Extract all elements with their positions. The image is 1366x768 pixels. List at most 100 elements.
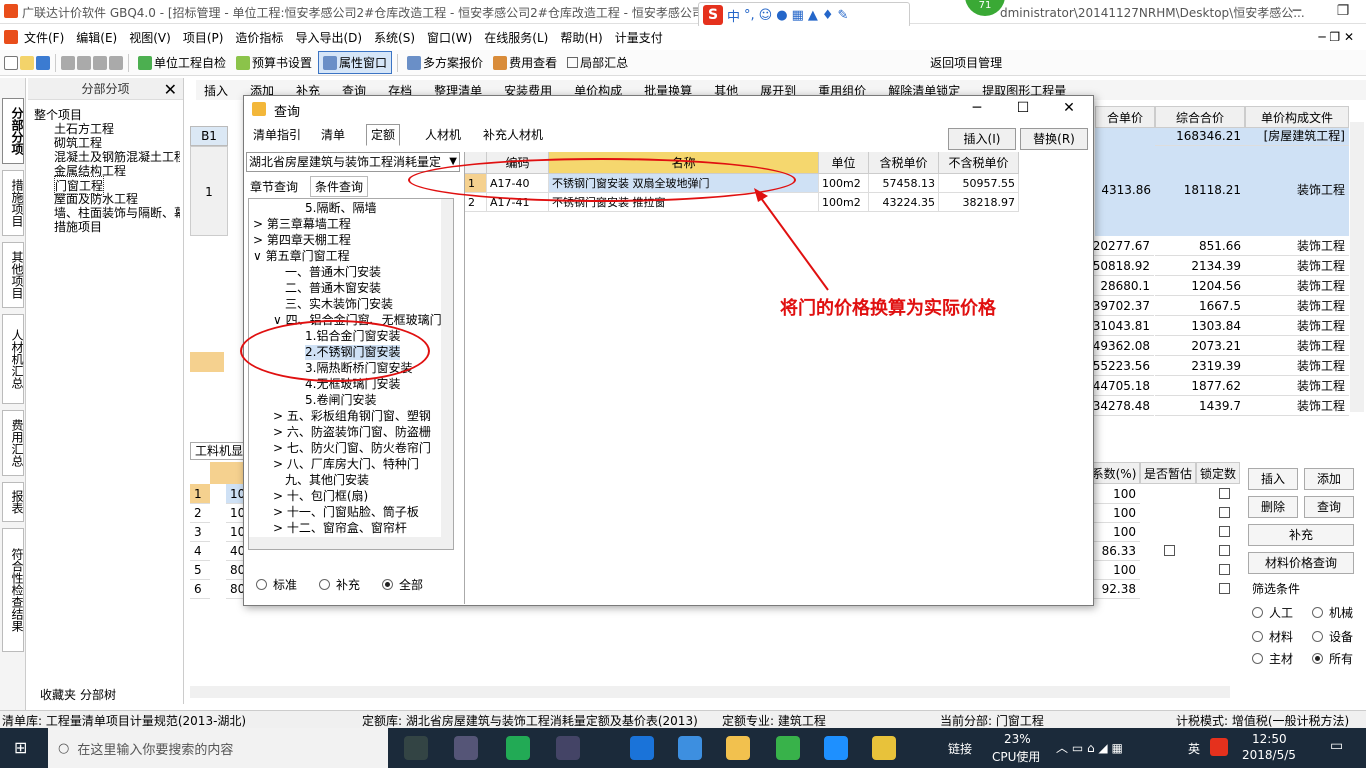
expand-toggle-icon[interactable]: >	[273, 521, 287, 535]
tab-measures[interactable]: 措施项目	[2, 170, 24, 236]
grid-cell[interactable]: 1439.7	[1155, 396, 1245, 416]
tray-icons[interactable]: ︿ ▭ ⌂ ◢ ▦	[1056, 739, 1123, 756]
col-header-unit-price[interactable]: 合单价	[1095, 106, 1155, 128]
lower-row-number[interactable]: 6	[190, 579, 210, 599]
open-icon[interactable]	[20, 55, 34, 70]
filter-machine-radio[interactable]: 机械	[1312, 604, 1353, 621]
mdi-controls[interactable]: ─ ❐ ✕	[1318, 30, 1366, 44]
lock-checkbox[interactable]	[1219, 488, 1230, 499]
tab-resource-display[interactable]: 工料机显	[190, 442, 250, 460]
wrench-icon[interactable]: ✎	[838, 8, 849, 23]
col-header-unit[interactable]: 单位	[819, 152, 869, 174]
menu-online[interactable]: 在线服务(L)	[478, 29, 554, 46]
tab-supplement-labor-material[interactable]: 补充人材机	[478, 124, 548, 146]
chapter-tree-item[interactable]: > 第三章幕墙工程	[253, 217, 351, 232]
grid-cell[interactable]: 851.66	[1155, 236, 1245, 256]
menu-help[interactable]: 帮助(H)	[554, 29, 608, 46]
filter-equipment-radio[interactable]: 设备	[1312, 628, 1353, 645]
expand-toggle-icon[interactable]: >	[273, 489, 287, 503]
budget-setting-button[interactable]: 预算书设置	[232, 52, 316, 73]
tab-compliance-check[interactable]: 符合性检查结果	[2, 528, 24, 652]
grid-cell[interactable]: 1667.5	[1155, 296, 1245, 316]
expand-toggle-icon[interactable]: >	[273, 409, 287, 423]
res-insert-button[interactable]: 插入	[1248, 468, 1298, 490]
quota-library-select[interactable]: 湖北省房屋建筑与装饰工程消耗量定 ▼	[246, 152, 460, 172]
insert-button[interactable]: 插入	[200, 80, 232, 101]
tab-fee-summary[interactable]: 费用汇总	[2, 410, 24, 476]
menu-edit[interactable]: 编辑(E)	[70, 29, 123, 46]
menu-file[interactable]: 文件(F)	[18, 29, 70, 46]
quota-cell-tax-price[interactable]: 57458.13	[869, 174, 939, 193]
expand-toggle-icon[interactable]: >	[273, 441, 287, 455]
grid-cell[interactable]: 28680.1	[1088, 276, 1154, 296]
lower-row-number[interactable]: 1	[190, 484, 210, 504]
radio-supplement[interactable]: 补充	[319, 576, 360, 593]
grid-cell[interactable]: 1877.62	[1155, 376, 1245, 396]
app-swirl-icon[interactable]	[556, 736, 580, 760]
col-header-total[interactable]: 综合合价	[1155, 106, 1245, 128]
chapter-tree-item[interactable]: > 六、防盗装饰门窗、防盗栅	[273, 425, 431, 440]
filter-labor-radio[interactable]: 人工	[1252, 604, 1293, 621]
keyboard-icon[interactable]: ▦	[792, 8, 804, 23]
grid-cell[interactable]: 31043.81	[1088, 316, 1154, 336]
task-view-icon[interactable]	[404, 736, 428, 760]
chapter-tree-item[interactable]: > 七、防火门窗、防火卷帘门	[273, 441, 431, 456]
chapter-tree-item[interactable]: 5.卷闸门安装	[305, 393, 376, 408]
tab-report[interactable]: 报表	[2, 482, 24, 522]
expand-toggle-icon[interactable]: >	[253, 217, 267, 231]
fee-view-button[interactable]: 费用查看	[489, 52, 561, 73]
tab-favorites[interactable]: 收藏夹	[40, 686, 76, 704]
expand-toggle-icon[interactable]: ∨	[253, 249, 266, 263]
multi-plan-button[interactable]: 多方案报价	[403, 52, 487, 73]
emoji-icon[interactable]: ☺	[759, 8, 773, 23]
grid-cell[interactable]: 装饰工程	[1245, 376, 1349, 396]
gbq-app-icon[interactable]	[872, 736, 896, 760]
grid-cell[interactable]: 2319.39	[1155, 356, 1245, 376]
grid-cell[interactable]: 39702.37	[1088, 296, 1154, 316]
res-add-button[interactable]: 添加	[1304, 468, 1354, 490]
property-window-button[interactable]: 属性窗口	[318, 51, 393, 74]
cut-icon[interactable]	[61, 55, 75, 70]
notification-icon[interactable]: ▭	[1330, 738, 1343, 754]
tab-condition-query[interactable]: 条件查询	[310, 176, 369, 197]
undo-icon[interactable]	[109, 55, 123, 70]
close-icon[interactable]: ✕	[164, 80, 177, 99]
col-header-notax-price[interactable]: 不含税单价	[939, 152, 1019, 174]
lower-row-coef[interactable]: 92.38	[1088, 579, 1140, 599]
grid-cell[interactable]: 装饰工程	[1245, 336, 1349, 356]
res-supplement-button[interactable]: 补充	[1248, 524, 1354, 546]
tree-hscrollbar[interactable]	[249, 537, 441, 549]
radio-standard[interactable]: 标准	[256, 576, 297, 593]
shirt-icon[interactable]: ♦	[822, 8, 834, 23]
tab-labor-material[interactable]: 人材机	[420, 124, 466, 146]
minimize-button[interactable]: ─	[1274, 0, 1320, 24]
grid-cell[interactable]: 50818.92	[1088, 256, 1154, 276]
menu-measure-pay[interactable]: 计量支付	[609, 29, 669, 46]
quota-cell-tax-price[interactable]: 43224.35	[869, 193, 939, 212]
tab-quota[interactable]: 定额	[366, 124, 401, 146]
grid-cell[interactable]: 20277.67	[1088, 236, 1154, 256]
dialog-replace-button[interactable]: 替换(R)	[1020, 128, 1088, 150]
menu-import-export[interactable]: 导入导出(D)	[289, 29, 368, 46]
col-header-provisional[interactable]: 是否暂估	[1140, 462, 1196, 484]
menu-project[interactable]: 项目(P)	[177, 29, 230, 46]
tray-lang[interactable]: 英	[1188, 740, 1200, 757]
chapter-tree-item[interactable]: > 十二、窗帘盒、窗帘杆	[273, 521, 407, 536]
tray-sogou-icon[interactable]	[1210, 738, 1228, 756]
material-price-query-button[interactable]: 材料价格查询	[1248, 552, 1354, 574]
grid-cell[interactable]: 装饰工程	[1245, 316, 1349, 336]
self-check-button[interactable]: 单位工程自检	[134, 52, 230, 73]
menu-cost-index[interactable]: 造价指标	[229, 29, 289, 46]
expand-toggle-icon[interactable]: >	[253, 233, 267, 247]
quota-cell-notax-price[interactable]: 50957.55	[939, 174, 1019, 193]
lower-row-coef[interactable]: 86.33	[1088, 541, 1140, 561]
chapter-tree-item[interactable]: ∨ 第五章门窗工程	[253, 249, 350, 264]
maximize-button[interactable]: ❐	[1320, 0, 1366, 24]
row-label-1[interactable]: 1	[190, 146, 228, 236]
tab-chapter-query[interactable]: 章节查询	[250, 178, 298, 195]
expand-toggle-icon[interactable]: >	[273, 457, 287, 471]
lock-checkbox[interactable]	[1219, 526, 1230, 537]
lower-row-coef[interactable]: 100	[1088, 560, 1140, 580]
lower-hscrollbar[interactable]	[190, 686, 1230, 698]
lower-row-number[interactable]: 5	[190, 560, 210, 580]
